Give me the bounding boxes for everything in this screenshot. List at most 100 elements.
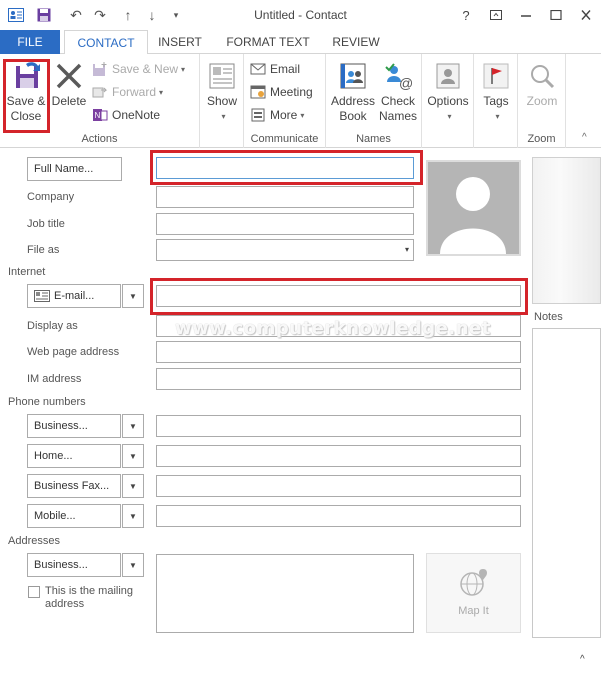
address-textarea[interactable] — [156, 554, 414, 633]
tags-group: Tags ▾ — [474, 54, 518, 148]
company-input[interactable] — [156, 186, 414, 208]
meeting-button[interactable]: Meeting — [250, 82, 313, 102]
email-type-dropdown[interactable]: ▼ — [122, 284, 144, 308]
chevron-down-icon: ▼ — [129, 451, 137, 461]
zoom-group-label: Zoom — [527, 133, 556, 145]
show-label: Show — [206, 94, 238, 108]
phone-type-dropdown-business-fax[interactable]: ▼ — [122, 474, 144, 498]
phone-type-button-mobile[interactable]: Mobile... — [27, 504, 121, 528]
communicate-group-label: Communicate — [250, 133, 319, 145]
phone-input-business[interactable] — [156, 415, 521, 437]
forward-caret-icon: ▾ — [159, 87, 164, 97]
address-type-button[interactable]: Business... — [27, 553, 121, 577]
save-new-icon — [93, 62, 107, 76]
contact-form: Full Name... Company Job title File as ▾… — [0, 148, 601, 678]
collapse-ribbon-icon[interactable]: ^ — [582, 132, 587, 143]
save-close-highlight — [3, 59, 50, 133]
tab-format-text[interactable]: FORMAT TEXT — [218, 30, 318, 54]
close-icon[interactable] — [571, 4, 601, 26]
full-name-button[interactable]: Full Name... — [27, 157, 122, 181]
minimize-icon[interactable] — [511, 4, 541, 26]
addresses-section-label: Addresses — [8, 535, 60, 547]
address-book-button[interactable]: Address Book — [330, 60, 376, 124]
email-chevron-down-icon: ▼ — [129, 291, 137, 301]
im-address-input[interactable] — [156, 368, 521, 390]
web-page-input[interactable] — [156, 341, 521, 363]
tab-contact[interactable]: CONTACT — [64, 30, 148, 55]
email-type-button[interactable]: E-mail... — [27, 284, 121, 308]
title-bar: ↶ ↷ ↑ ↓ ▾ Untitled - Contact ? — [0, 0, 601, 30]
expand-icon[interactable]: ^ — [580, 654, 585, 665]
zoom-button[interactable]: Zoom — [522, 60, 562, 109]
notes-textarea[interactable] — [532, 328, 601, 638]
address-type-dropdown[interactable]: ▼ — [122, 553, 144, 577]
show-icon — [209, 63, 235, 89]
job-title-label: Job title — [27, 218, 65, 230]
address-book-label-1: Address — [330, 94, 376, 108]
communicate-group: Email Meeting More ▾ Communicate — [244, 54, 326, 148]
zoom-group: Zoom Zoom — [518, 54, 566, 148]
onenote-icon: N — [93, 109, 108, 121]
notes-label: Notes — [534, 311, 563, 323]
meeting-icon — [250, 85, 266, 99]
person-silhouette-icon — [440, 177, 506, 254]
tags-button[interactable]: Tags ▾ — [476, 60, 516, 124]
display-as-label: Display as — [27, 320, 78, 332]
names-group-label: Names — [356, 133, 391, 145]
mailing-address-label-1: This is the mailing — [45, 585, 134, 597]
watermark-text: www.computerknowledge.net — [175, 318, 491, 339]
phone-type-dropdown-home[interactable]: ▼ — [122, 444, 144, 468]
phone-input-home[interactable] — [156, 445, 521, 467]
options-button[interactable]: Options ▾ — [426, 60, 470, 124]
phone-type-button-business-fax[interactable]: Business Fax... — [27, 474, 121, 498]
maximize-icon[interactable] — [541, 4, 571, 26]
full-name-highlight — [150, 150, 423, 185]
phone-type-button-business[interactable]: Business... — [27, 414, 121, 438]
im-address-label: IM address — [27, 373, 82, 385]
phone-type-button-home[interactable]: Home... — [27, 444, 121, 468]
show-button[interactable]: Show ▾ — [204, 60, 240, 124]
mailing-address-checkbox[interactable] — [28, 586, 40, 598]
svg-text:N: N — [95, 111, 101, 120]
internet-section-label: Internet — [8, 266, 46, 278]
email-type-label: E-mail... — [54, 290, 95, 302]
mailing-address-label-2: address — [45, 598, 85, 610]
phone-input-business-fax[interactable] — [156, 475, 521, 497]
tab-file[interactable]: FILE — [0, 30, 60, 54]
contact-photo[interactable] — [426, 160, 521, 256]
email-highlight — [150, 278, 528, 315]
actions-group-label: Actions — [81, 133, 118, 145]
delete-button[interactable]: Delete — [50, 60, 88, 109]
phone-input-mobile[interactable] — [156, 505, 521, 527]
email-button[interactable]: Email — [250, 59, 300, 79]
phone-numbers-section-label: Phone numbers — [8, 396, 86, 408]
phone-type-dropdown-mobile[interactable]: ▼ — [122, 504, 144, 528]
forward-icon — [92, 87, 108, 98]
job-title-input[interactable] — [156, 213, 414, 235]
onenote-button[interactable]: N OneNote — [92, 105, 160, 125]
check-names-icon: @ — [385, 63, 413, 91]
svg-text:@: @ — [399, 75, 413, 91]
options-icon — [436, 63, 460, 89]
phone-type-dropdown-business[interactable]: ▼ — [122, 414, 144, 438]
forward-button[interactable]: Forward ▾ — [92, 82, 163, 102]
check-names-button[interactable]: @ Check Names — [376, 60, 420, 124]
more-button[interactable]: More ▾ — [250, 105, 304, 125]
file-as-select[interactable]: ▾ — [156, 239, 414, 261]
map-it-button[interactable]: Map It — [426, 553, 521, 633]
help-button[interactable]: ? — [451, 4, 481, 26]
names-group: Address Book @ Check Names Names — [326, 54, 422, 148]
meeting-label: Meeting — [270, 85, 313, 99]
address-book-icon — [340, 63, 366, 89]
save-new-button[interactable]: Save & New ▾ — [92, 59, 185, 79]
ribbon-display-options-icon[interactable] — [481, 4, 511, 26]
magnifier-icon — [531, 65, 555, 89]
tab-insert[interactable]: INSERT — [152, 30, 208, 54]
ribbon-tabs: FILE CONTACT INSERT FORMAT TEXT REVIEW — [0, 30, 601, 55]
tab-review[interactable]: REVIEW — [326, 30, 386, 54]
flag-icon — [483, 63, 509, 89]
save-new-caret-icon: ▾ — [181, 64, 186, 74]
show-group: Show ▾ — [200, 54, 244, 148]
email-icon — [250, 63, 266, 75]
chevron-down-icon: ▼ — [129, 560, 137, 570]
